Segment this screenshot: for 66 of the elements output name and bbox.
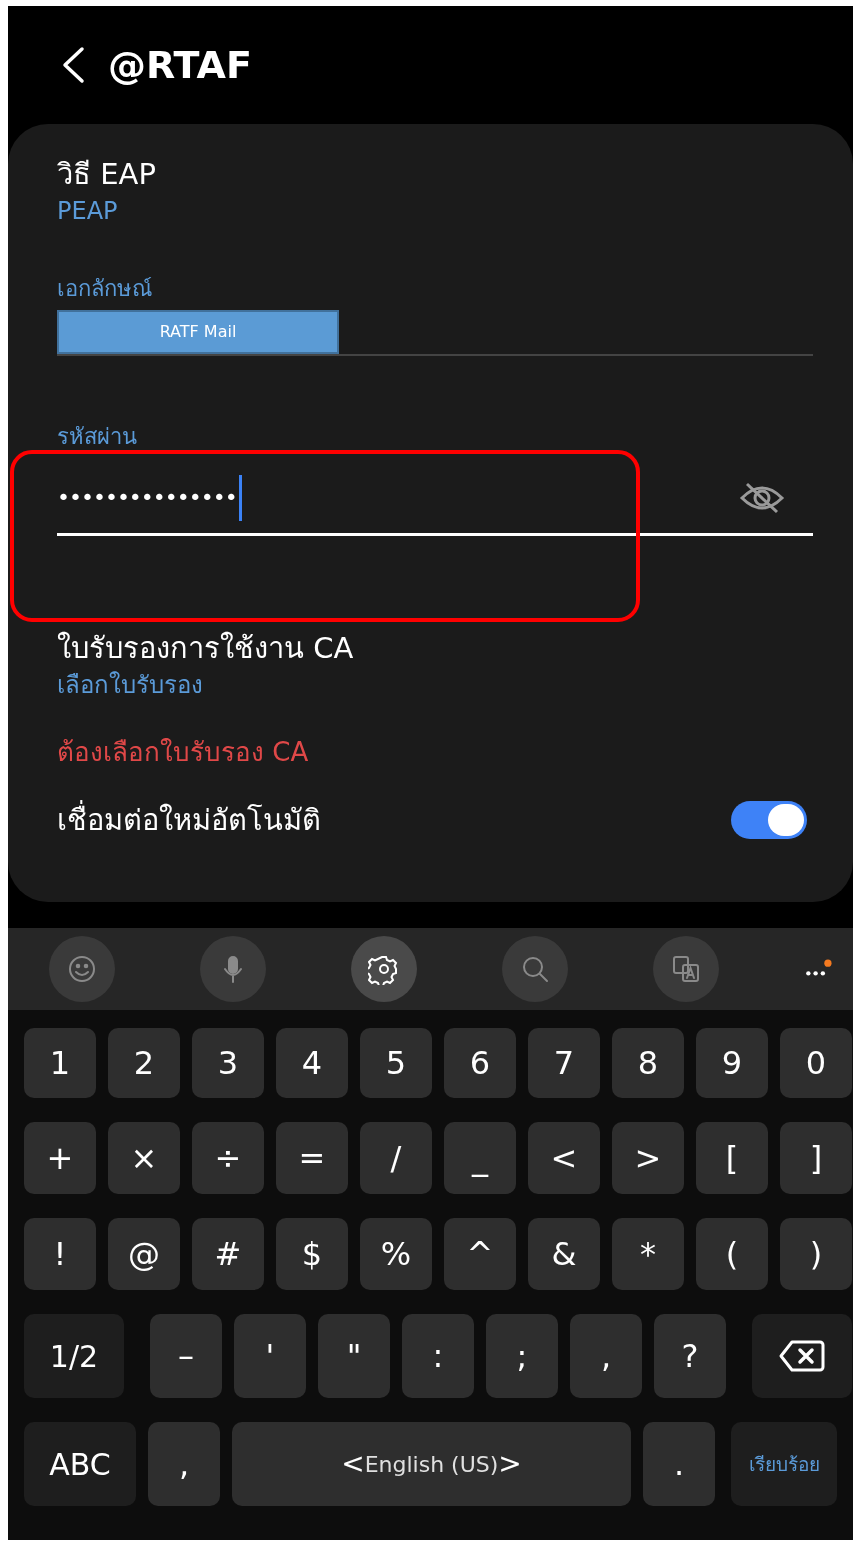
keyboard-key[interactable]: [	[696, 1122, 768, 1194]
mode-key[interactable]: ABC	[24, 1422, 136, 1506]
settings-icon	[368, 953, 400, 985]
keyboard-key[interactable]: ?	[654, 1314, 726, 1398]
error-message: ต้องเลือกใบรับรอง CA	[57, 736, 309, 769]
setting-value: เลือกใบรับรอง	[57, 670, 203, 701]
keyboard-key[interactable]: $	[276, 1218, 348, 1290]
keyboard-key[interactable]: ,	[570, 1314, 642, 1398]
keyboard-key[interactable]: ;	[486, 1314, 558, 1398]
page-title: @RTAF	[108, 41, 252, 89]
keyboard-key[interactable]: "	[318, 1314, 390, 1398]
keyboard-key[interactable]: &	[528, 1218, 600, 1290]
field-label: เอกลักษณ์	[57, 275, 152, 303]
mode-key[interactable]: 1/2	[24, 1314, 124, 1398]
field-label: รหัสผ่าน	[57, 423, 137, 451]
keyboard-key[interactable]: (	[696, 1218, 768, 1290]
keyboard-key[interactable]: 3	[192, 1028, 264, 1098]
keyboard-key[interactable]: 1	[24, 1028, 96, 1098]
setting-title: เชื่อมต่อใหม่อัตโนมัติ	[57, 800, 321, 840]
setting-title[interactable]: ใบรับรองการใช้งาน CA	[57, 628, 354, 668]
keyboard-key[interactable]: >	[612, 1122, 684, 1194]
toggle-switch[interactable]	[731, 801, 807, 839]
keyboard-key[interactable]: #	[192, 1218, 264, 1290]
setting-title[interactable]: วิธี EAP	[57, 154, 156, 194]
back-icon[interactable]	[60, 46, 86, 84]
done-key[interactable]: เรียบร้อย	[731, 1422, 837, 1506]
language-label: English (US)	[364, 1450, 499, 1479]
keyboard-key[interactable]: ×	[108, 1122, 180, 1194]
keyboard-key[interactable]: .	[643, 1422, 715, 1506]
keyboard-key[interactable]: 6	[444, 1028, 516, 1098]
keyboard-key[interactable]: <	[528, 1122, 600, 1194]
backspace-key[interactable]	[752, 1314, 852, 1398]
next-language-arrow[interactable]: >	[498, 1443, 522, 1485]
keyboard-key[interactable]: 5	[360, 1028, 432, 1098]
keyboard-key[interactable]: =	[276, 1122, 348, 1194]
keyboard-key[interactable]: '	[234, 1314, 306, 1398]
keyboard-key[interactable]: 7	[528, 1028, 600, 1098]
keyboard-key[interactable]: :	[402, 1314, 474, 1398]
keyboard-key[interactable]: !	[24, 1218, 96, 1290]
keyboard-key[interactable]: %	[360, 1218, 432, 1290]
keyboard-key[interactable]: ]	[780, 1122, 852, 1194]
keyboard-key[interactable]: ÷	[192, 1122, 264, 1194]
keyboard-key[interactable]: 2	[108, 1028, 180, 1098]
redaction-label: RATF Mail	[57, 310, 339, 354]
keyboard-key[interactable]: )	[780, 1218, 852, 1290]
keyboard-key[interactable]: @	[108, 1218, 180, 1290]
keyboard-key[interactable]: 8	[612, 1028, 684, 1098]
keyboard-key[interactable]: ^	[444, 1218, 516, 1290]
keyboard-key[interactable]: *	[612, 1218, 684, 1290]
keyboard-key[interactable]: 4	[276, 1028, 348, 1098]
keyboard-key[interactable]: 0	[780, 1028, 852, 1098]
translate-icon	[670, 953, 702, 985]
keyboard-key[interactable]: +	[24, 1122, 96, 1194]
space-bar[interactable]: <English (US)>	[232, 1422, 631, 1506]
backspace-icon	[778, 1339, 826, 1373]
setting-value: PEAP	[57, 196, 118, 227]
keyboard-key[interactable]: 9	[696, 1028, 768, 1098]
keyboard-key[interactable]: _	[444, 1122, 516, 1194]
smiley-icon	[66, 953, 98, 985]
keyboard-key[interactable]: ,	[148, 1422, 220, 1506]
password-value: •••••••••••••••	[57, 484, 237, 512]
password-field[interactable]: •••••••••••••••	[57, 462, 813, 536]
keyboard-key[interactable]: /	[360, 1122, 432, 1194]
keyboard-key[interactable]: –	[150, 1314, 222, 1398]
previous-language-arrow[interactable]: <	[341, 1443, 365, 1485]
hidden-eye-icon[interactable]	[739, 480, 785, 515]
